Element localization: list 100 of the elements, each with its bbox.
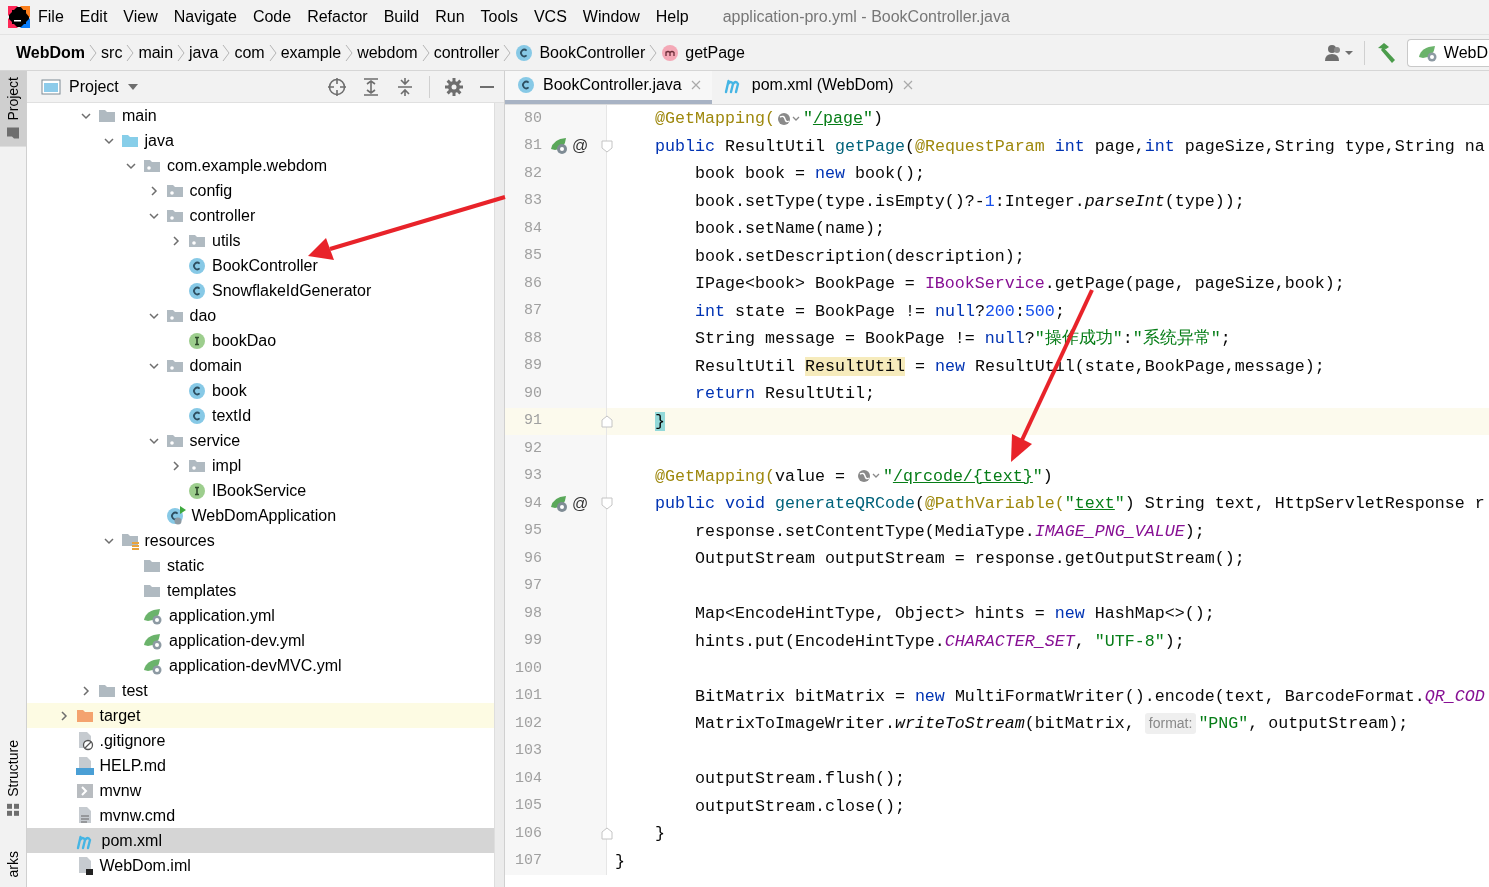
tree-item[interactable]: com.example.webdom bbox=[27, 153, 494, 178]
menu-item[interactable]: Window bbox=[574, 9, 648, 25]
scrollbar[interactable] bbox=[494, 103, 504, 887]
class-icon bbox=[165, 505, 186, 526]
package-icon bbox=[165, 432, 184, 449]
line-number: 100 bbox=[514, 658, 542, 679]
interface-icon bbox=[188, 331, 206, 350]
tool-window-tab[interactable]: arks bbox=[0, 844, 26, 883]
code-line: return ResultUtil; bbox=[693, 383, 875, 406]
tree-item[interactable]: SnowflakeIdGenerator bbox=[27, 278, 494, 303]
run-config-button[interactable]: WebD bbox=[1406, 38, 1489, 67]
breadcrumb-item[interactable]: example bbox=[278, 40, 344, 65]
menu-item[interactable]: Edit bbox=[71, 9, 116, 25]
tool-window-tab[interactable]: Structure bbox=[0, 733, 26, 823]
breadcrumb-item[interactable]: java bbox=[187, 40, 221, 65]
tree-item[interactable]: WebDom.iml bbox=[27, 853, 494, 878]
tree-item[interactable]: utils bbox=[27, 228, 494, 253]
menu-item[interactable]: VCS bbox=[525, 9, 575, 25]
breadcrumb-item[interactable]: com bbox=[232, 40, 267, 65]
tree-item[interactable]: test bbox=[27, 678, 494, 703]
breadcrumb-item[interactable]: getPage bbox=[659, 40, 747, 65]
menu-item[interactable]: Run bbox=[427, 9, 473, 25]
annotation-marker[interactable]: @ bbox=[572, 491, 589, 516]
tree-item[interactable]: application-dev.yml bbox=[27, 628, 494, 653]
tree-item[interactable]: bookDao bbox=[27, 328, 494, 353]
tree-item[interactable]: impl bbox=[27, 453, 494, 478]
bean-icon[interactable] bbox=[550, 137, 568, 156]
menu-item[interactable]: Tools bbox=[472, 9, 526, 25]
menu-item[interactable]: File bbox=[30, 9, 72, 25]
expand-all-icon[interactable] bbox=[361, 76, 381, 97]
tree-item[interactable]: IBookService bbox=[27, 478, 494, 503]
view-dropdown[interactable]: Project bbox=[41, 74, 139, 99]
code-line: IPage<book> BookPage = IBookService.getPage(page, pageSize,book); bbox=[693, 273, 1345, 296]
tree-item[interactable]: BookController bbox=[27, 253, 494, 278]
menu-item[interactable]: Navigate bbox=[165, 9, 245, 25]
breadcrumb-item[interactable]: BookController bbox=[513, 40, 648, 65]
code-line: Map<EncodeHintType, Object> hints = new HashMap<>(); bbox=[693, 603, 1215, 626]
tree-item[interactable]: HELP.md bbox=[27, 753, 494, 778]
tree-item[interactable]: static bbox=[27, 553, 494, 578]
tree-item[interactable]: domain bbox=[27, 353, 494, 378]
tree-item[interactable]: resources bbox=[27, 528, 494, 553]
tree-item[interactable]: controller bbox=[27, 203, 494, 228]
collapse-all-icon[interactable] bbox=[395, 76, 415, 97]
line-number: 93 bbox=[523, 466, 542, 486]
tree-item[interactable]: book bbox=[27, 378, 494, 403]
breadcrumb-item[interactable]: controller bbox=[431, 40, 502, 65]
package-icon bbox=[188, 232, 206, 249]
line-number: 106 bbox=[514, 823, 542, 844]
tree-item[interactable]: dao bbox=[27, 303, 494, 328]
tree-item[interactable]: templates bbox=[27, 578, 494, 603]
folder-icon bbox=[75, 707, 94, 724]
line-number: 95 bbox=[523, 521, 542, 541]
leaf-icon bbox=[143, 631, 163, 650]
code-text: @GetMapping( bbox=[654, 108, 775, 131]
code-text: "/qrcode/{text}") bbox=[882, 465, 1053, 488]
class-icon bbox=[188, 406, 206, 425]
annotation-marker[interactable]: @ bbox=[572, 134, 589, 159]
line-number: 84 bbox=[523, 218, 542, 239]
tree-item[interactable]: WebDomApplication bbox=[27, 503, 494, 528]
code-line: hints.put(EncodeHintType.CHARACTER_SET, "UTF-8"); bbox=[693, 630, 1185, 653]
code-line: book.setType(type.isEmpty()?-1:Integer.parseInt(type)); bbox=[693, 190, 1245, 213]
tree-item[interactable]: main bbox=[27, 103, 494, 128]
tree-item[interactable]: application-devMVC.yml bbox=[27, 653, 494, 678]
breadcrumb-item[interactable]: webdom bbox=[355, 40, 420, 65]
bean-icon[interactable] bbox=[550, 494, 568, 513]
editor-tab[interactable]: pom.xml (WebDom) bbox=[711, 71, 924, 104]
settings-icon[interactable] bbox=[444, 76, 464, 97]
menu-item[interactable]: Build bbox=[375, 9, 428, 25]
code-line: book book = new book(); bbox=[693, 163, 925, 186]
globe-icon[interactable] bbox=[856, 468, 881, 485]
tree-item[interactable]: mvnw.cmd bbox=[27, 803, 494, 828]
breadcrumb-item[interactable]: src bbox=[99, 40, 125, 65]
breadcrumb-item[interactable]: main bbox=[136, 40, 176, 65]
tree-item[interactable]: .gitignore bbox=[27, 728, 494, 753]
locate-icon[interactable] bbox=[327, 76, 347, 97]
tree-item[interactable]: pom.xml bbox=[27, 828, 494, 853]
folder-icon bbox=[143, 557, 161, 574]
tree-item[interactable]: textId bbox=[27, 403, 494, 428]
line-number: 92 bbox=[523, 438, 542, 459]
editor-tab[interactable]: BookController.java bbox=[505, 71, 712, 104]
tree-item[interactable]: mvnw bbox=[27, 778, 494, 803]
code-line: public void generateQRCode(@PathVariable("text") String text, HttpServletResponse r bbox=[654, 493, 1485, 516]
menu-item[interactable]: Help bbox=[647, 9, 697, 25]
tree-item[interactable]: config bbox=[27, 178, 494, 203]
line-number: 105 bbox=[514, 796, 542, 816]
tree-item[interactable]: service bbox=[27, 428, 494, 453]
structure-icon bbox=[6, 802, 20, 817]
app-logo-icon bbox=[8, 6, 30, 28]
tree-item[interactable]: application.yml bbox=[27, 603, 494, 628]
tree-item[interactable]: java bbox=[27, 128, 494, 153]
package-icon bbox=[165, 207, 184, 224]
breadcrumb-item[interactable]: WebDom bbox=[14, 40, 88, 65]
menu-item[interactable]: Code bbox=[244, 9, 300, 25]
tool-window-tab[interactable]: Project bbox=[0, 71, 26, 147]
code-text: @GetMapping(value = bbox=[654, 465, 846, 488]
menu-item[interactable]: View bbox=[115, 9, 166, 25]
user-menu-button[interactable] bbox=[1323, 43, 1354, 62]
menu-item[interactable]: Refactor bbox=[299, 9, 376, 25]
tree-item[interactable]: target bbox=[27, 703, 494, 728]
globe-icon[interactable] bbox=[776, 110, 801, 127]
